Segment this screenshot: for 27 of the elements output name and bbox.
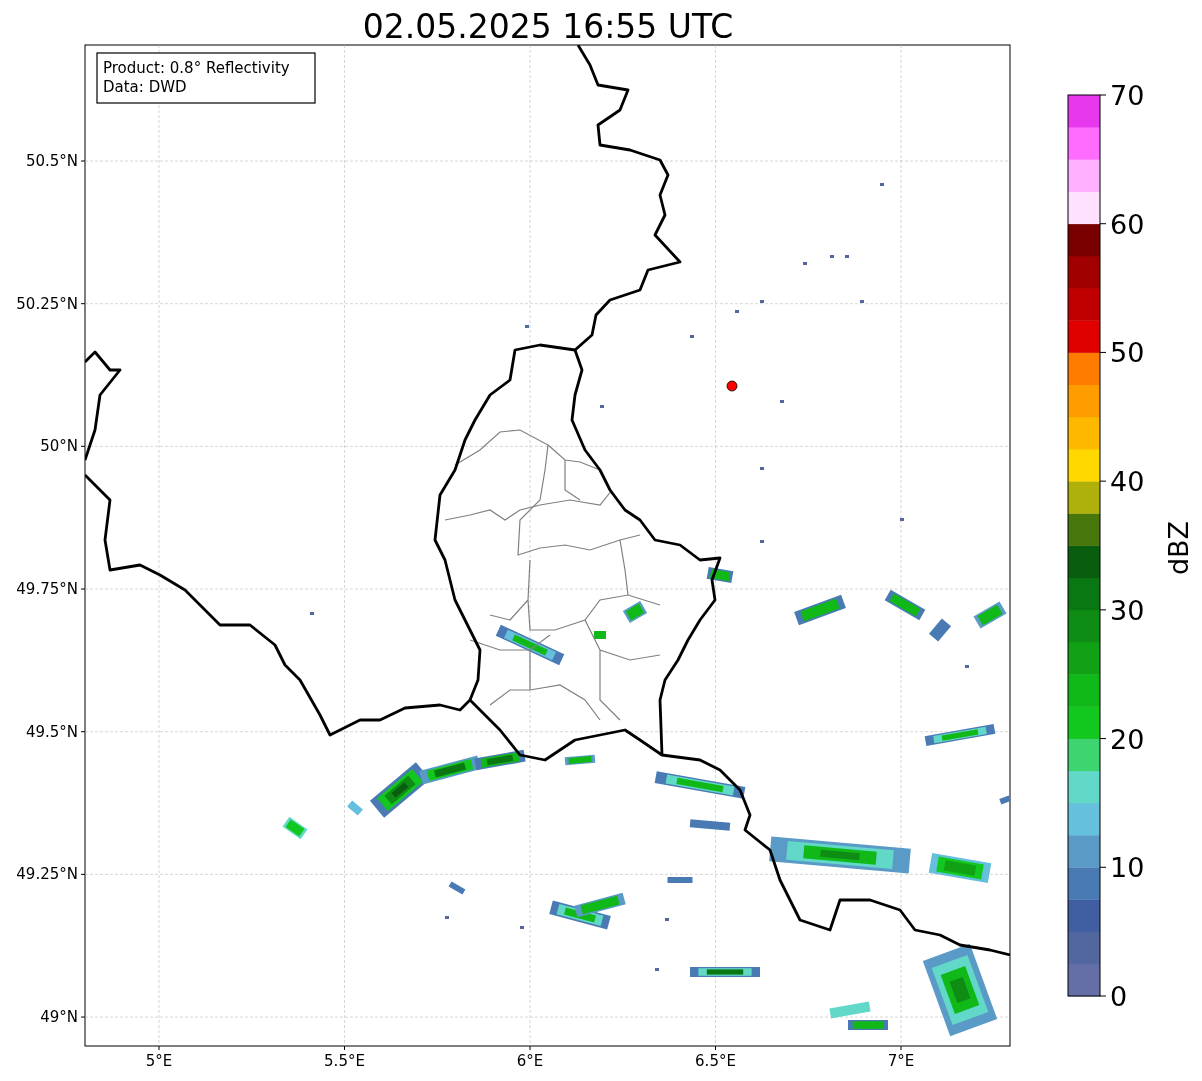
colorbar-tick-label: 70 (1110, 80, 1145, 111)
colorbar-tick-label: 40 (1110, 466, 1145, 498)
latitude-label: 50.25°N (16, 294, 78, 313)
colorbar-label: dBZ (1163, 520, 1194, 576)
latitude-label: 49.75°N (16, 580, 78, 599)
longitude-label: 5°E (145, 1052, 173, 1070)
location-marker (726, 380, 738, 392)
longitude-label: 7°E (887, 1052, 915, 1070)
latitude-label: 49.25°N (16, 865, 78, 884)
colorbar-tick-label: 60 (1110, 208, 1145, 240)
latitude-label: 49.5°N (25, 722, 78, 741)
colorbar-tick-label: 30 (1110, 594, 1145, 626)
colorbar-band (1068, 642, 1100, 675)
longitude-label: 6°E (516, 1052, 544, 1070)
latitude-label: 49°N (40, 1008, 78, 1027)
colorbar-tick-label: 0 (1110, 981, 1128, 1012)
colorbar-tick-label: 10 (1110, 852, 1145, 884)
colorbar-tick-label: 20 (1110, 723, 1145, 755)
info-text: Data: DWD (103, 78, 187, 96)
chart-title: 02.05.2025 16:55 UTC (362, 7, 734, 46)
latitude-label: 50.5°N (25, 152, 78, 170)
info-text: Product: 0.8° Reflectivity (103, 59, 290, 77)
longitude-label: 6.5°E (695, 1052, 736, 1070)
colorbar-band (1068, 288, 1100, 321)
longitude-label: 5.5°E (324, 1052, 365, 1070)
colorbar-tick-label: 50 (1110, 337, 1145, 369)
latitude-label: 50°N (40, 437, 78, 456)
